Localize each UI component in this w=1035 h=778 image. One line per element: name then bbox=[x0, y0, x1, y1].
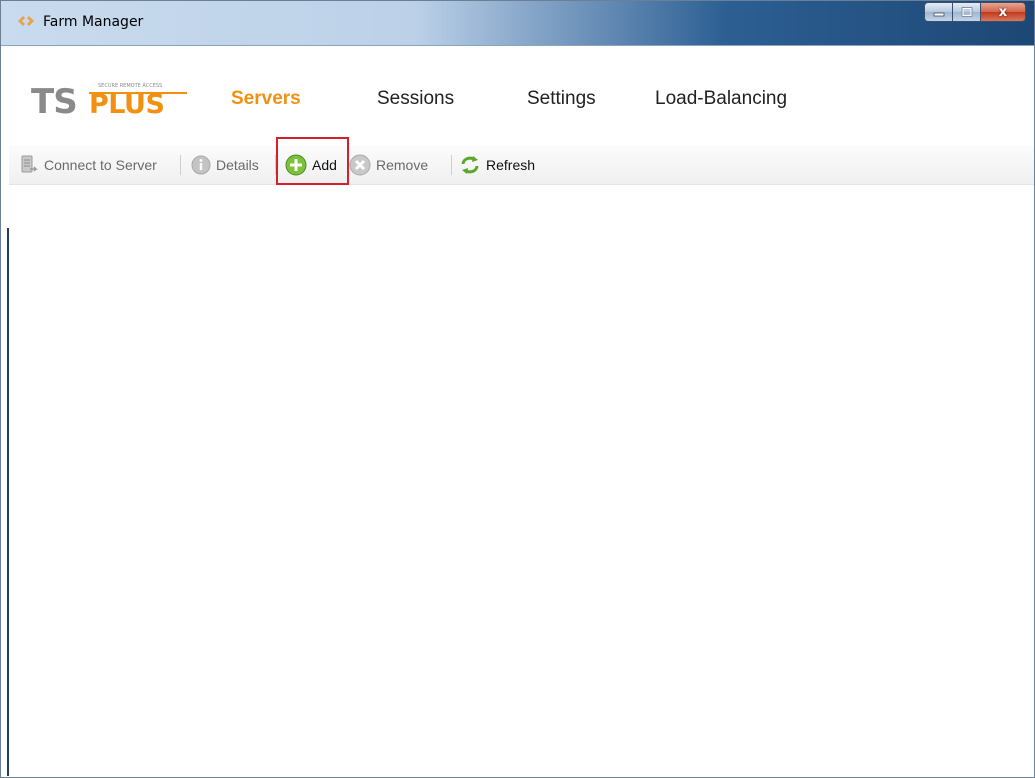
details-label: Details bbox=[216, 157, 259, 173]
connect-to-server-button[interactable]: Connect to Server bbox=[19, 153, 157, 177]
nav-tab-servers[interactable]: Servers bbox=[231, 88, 301, 110]
remove-icon bbox=[349, 154, 371, 176]
info-icon bbox=[191, 155, 211, 175]
toolbar-separator bbox=[451, 155, 452, 175]
caption-buttons: x bbox=[924, 2, 1026, 22]
refresh-button[interactable]: Refresh bbox=[459, 153, 535, 177]
maximize-button[interactable] bbox=[952, 2, 980, 22]
title-bar[interactable]: Farm Manager x bbox=[1, 1, 1034, 46]
app-header: TS SECURE REMOTE ACCESS PLUS Servers Ses… bbox=[9, 46, 1034, 146]
app-icon bbox=[18, 16, 34, 26]
servers-list-area[interactable] bbox=[9, 185, 1034, 777]
add-button-highlight bbox=[276, 137, 349, 185]
nav-tab-sessions[interactable]: Sessions bbox=[377, 88, 454, 110]
remove-server-button[interactable]: Remove bbox=[349, 153, 428, 177]
window-title: Farm Manager bbox=[43, 14, 144, 30]
connect-to-server-label: Connect to Server bbox=[44, 157, 157, 173]
close-button[interactable]: x bbox=[980, 2, 1026, 22]
window-left-edge bbox=[1, 46, 10, 777]
remove-label: Remove bbox=[376, 157, 429, 173]
svg-text:TS: TS bbox=[31, 82, 77, 116]
close-icon: x bbox=[998, 4, 1008, 20]
server-connect-icon bbox=[21, 155, 38, 173]
maximize-icon bbox=[961, 7, 972, 17]
details-button[interactable]: Details bbox=[191, 153, 259, 177]
toolbar-separator bbox=[180, 155, 181, 175]
farm-manager-window: Farm Manager x TS SECURE REMOTE ACCESS P… bbox=[0, 0, 1035, 778]
nav-tab-load-balancing[interactable]: Load-Balancing bbox=[655, 88, 787, 110]
refresh-label: Refresh bbox=[486, 157, 536, 173]
refresh-icon bbox=[461, 156, 479, 174]
tsplus-logo: TS SECURE REMOTE ACCESS PLUS bbox=[31, 82, 187, 116]
servers-toolbar: Connect to Server Details Add Remove Ref… bbox=[9, 146, 1034, 185]
minimize-button[interactable] bbox=[924, 2, 952, 22]
nav-tab-settings[interactable]: Settings bbox=[527, 88, 596, 110]
minimize-icon bbox=[933, 12, 944, 17]
